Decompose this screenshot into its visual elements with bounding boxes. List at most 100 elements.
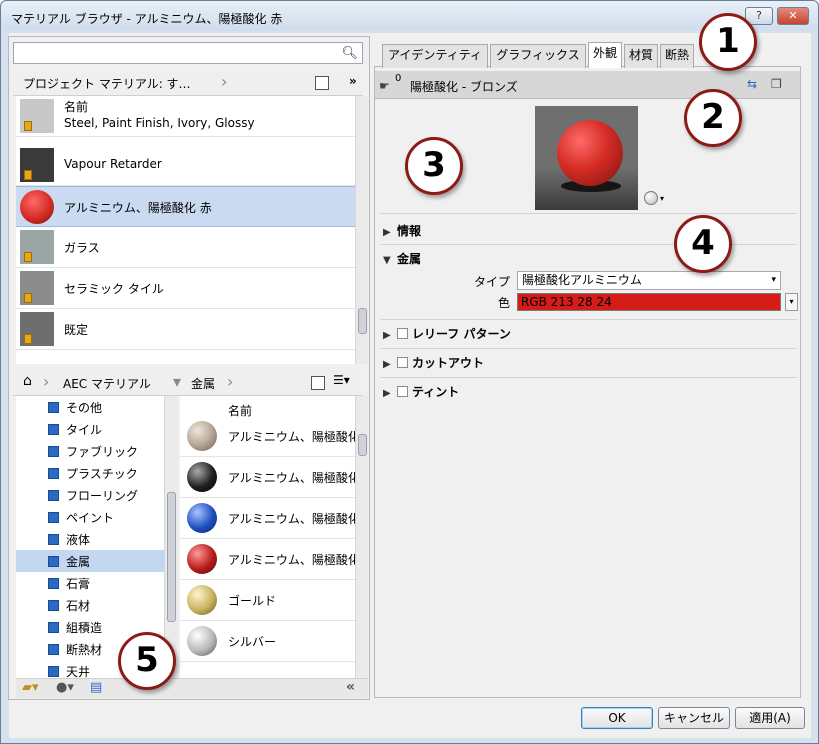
list-item[interactable]: アルミニウム、陽極酸化 xyxy=(180,498,355,539)
list-item-label: シルバー xyxy=(228,635,277,649)
cancel-button[interactable]: キャンセル xyxy=(658,707,730,729)
tree-item[interactable]: ファブリック xyxy=(16,440,164,462)
tree-item[interactable]: プラスチック xyxy=(16,462,164,484)
view-toggle-icon[interactable] xyxy=(311,376,325,390)
library-crumb[interactable]: AEC マテリアル xyxy=(63,375,151,392)
list-view-icon[interactable]: ☰▾ xyxy=(333,373,350,387)
section-label: レリーフ パターン xyxy=(412,327,511,341)
duplicate-asset-icon[interactable]: ❐ xyxy=(771,77,782,91)
category-icon xyxy=(48,666,59,677)
breadcrumb-separator-icon: › xyxy=(227,372,234,391)
section-metal[interactable]: ▼ 金属 xyxy=(383,250,421,267)
list-item-label: アルミニウム、陽極酸化 xyxy=(228,512,355,526)
tree-item[interactable]: 石膏 xyxy=(16,572,164,594)
list-item[interactable]: シルバー xyxy=(180,621,355,662)
list-item[interactable]: 名前 Steel, Paint Finish, Ivory, Glossy xyxy=(16,96,355,137)
tab-graphics[interactable]: グラフィックス xyxy=(490,44,586,68)
tree-item[interactable]: フローリング xyxy=(16,484,164,506)
tab-identity[interactable]: アイデンティティ xyxy=(382,44,488,68)
color-swatch-field[interactable]: RGB 213 28 24 xyxy=(517,293,781,311)
list-item[interactable]: 既定 xyxy=(16,309,355,350)
close-button[interactable]: ✕ xyxy=(777,7,809,25)
section-relief-pattern[interactable]: ▶ レリーフ パターン xyxy=(383,325,511,342)
library-bar: ⌂ › AEC マテリアル ▾ 金属 › ☰▾ xyxy=(13,370,363,396)
tree-item[interactable]: タイル xyxy=(16,418,164,440)
list-item[interactable]: アルミニウム、陽極酸化 xyxy=(180,539,355,580)
replace-asset-icon[interactable]: ⇆ xyxy=(747,77,757,91)
scrollbar-thumb[interactable] xyxy=(167,492,176,622)
chevron-down-icon[interactable]: ▾ xyxy=(660,194,664,203)
section-cutout[interactable]: ▶ カットアウト xyxy=(383,354,484,371)
type-dropdown[interactable]: 陽極酸化アルミニウム ▾ xyxy=(517,271,781,290)
list-item[interactable]: ガラス xyxy=(16,227,355,268)
material-thumbnail xyxy=(187,626,217,656)
asset-editor-icon[interactable]: ▤ xyxy=(90,680,102,695)
category-icon xyxy=(48,424,59,435)
list-item[interactable]: Vapour Retarder xyxy=(16,145,355,186)
list-item-label: Steel, Paint Finish, Ivory, Glossy xyxy=(64,116,255,130)
category-icon xyxy=(48,578,59,589)
tree-item[interactable]: その他 xyxy=(16,396,164,418)
list-item[interactable]: アルミニウム、陽極酸化 xyxy=(180,416,355,457)
section-info[interactable]: ▶ 情報 xyxy=(383,222,421,239)
lock-icon xyxy=(24,252,32,262)
category-crumb[interactable]: 金属 xyxy=(191,375,215,392)
type-label: タイプ xyxy=(473,275,510,289)
home-icon[interactable]: ⌂ xyxy=(23,373,32,389)
color-value: RGB 213 28 24 xyxy=(521,295,612,309)
preview-options-icon[interactable] xyxy=(644,191,658,205)
list-item-selected[interactable]: アルミニウム、陽極酸化 赤 xyxy=(16,186,355,227)
material-thumbnail xyxy=(20,312,54,346)
library-folder-icon[interactable]: ▰▾ xyxy=(22,680,39,695)
tab-physical[interactable]: 材質 xyxy=(624,44,658,68)
tree-scrollbar[interactable] xyxy=(164,396,177,678)
category-icon xyxy=(48,600,59,611)
section-tint[interactable]: ▶ ティント xyxy=(383,383,459,400)
section-label: カットアウト xyxy=(412,356,485,370)
color-dropdown-button[interactable]: ▾ xyxy=(785,293,798,311)
asset-name: 陽極酸化 - ブロンズ xyxy=(410,80,518,94)
list-item[interactable]: ゴールド xyxy=(180,580,355,621)
search-icon[interactable]: 🔍︎ xyxy=(341,46,358,61)
scrollbar-thumb[interactable] xyxy=(358,434,367,456)
tree-item-label: 液体 xyxy=(66,533,91,547)
window-title: マテリアル ブラウザ - アルミニウム、陽極酸化 赤 xyxy=(11,12,283,26)
tree-item[interactable]: 液体 xyxy=(16,528,164,550)
list-item-label: セラミック タイル xyxy=(64,282,164,296)
tab-appearance[interactable]: 外観 xyxy=(588,42,622,68)
search-input[interactable]: 🔍︎ xyxy=(13,42,363,64)
tint-checkbox[interactable] xyxy=(397,386,408,397)
list-item[interactable]: セラミック タイル xyxy=(16,268,355,309)
lock-icon xyxy=(24,334,32,344)
lock-icon xyxy=(24,293,32,303)
scrollbar-thumb[interactable] xyxy=(358,308,367,334)
section-label: 金属 xyxy=(397,252,422,266)
list-item[interactable]: アルミニウム、陽極酸化 xyxy=(180,457,355,498)
tree-item-selected[interactable]: 金属 xyxy=(16,550,164,572)
view-toggle-icon[interactable] xyxy=(315,76,329,90)
chevron-down-icon: ▾ xyxy=(771,275,776,285)
category-icon xyxy=(48,468,59,479)
project-materials-dropdown[interactable]: プロジェクト マテリアル: す… xyxy=(23,75,191,92)
list-item-label: 既定 xyxy=(64,323,89,337)
tree-item[interactable]: 石材 xyxy=(16,594,164,616)
project-list-scrollbar[interactable] xyxy=(355,96,368,364)
apply-button[interactable]: 適用(A) xyxy=(735,707,805,729)
callout-3: 3 xyxy=(405,137,463,195)
relief-checkbox[interactable] xyxy=(397,328,408,339)
ok-button[interactable]: OK xyxy=(581,707,653,729)
library-scrollbar[interactable] xyxy=(355,396,368,678)
breadcrumb-dropdown-icon[interactable]: ▾ xyxy=(173,372,187,394)
tree-item[interactable]: ペイント xyxy=(16,506,164,528)
create-material-icon[interactable]: ●▾ xyxy=(56,680,74,695)
tree-item-label: その他 xyxy=(66,401,103,415)
expand-arrow-icon: ▶ xyxy=(383,227,391,238)
cutout-checkbox[interactable] xyxy=(397,357,408,368)
list-item-label: ゴールド xyxy=(228,594,277,608)
collapse-left-icon[interactable]: « xyxy=(346,679,355,695)
tab-thermal[interactable]: 断熱 xyxy=(660,44,694,68)
collapse-chevron-icon[interactable]: » xyxy=(349,74,357,88)
category-icon xyxy=(48,534,59,545)
material-thumbnail xyxy=(20,99,54,133)
category-icon xyxy=(48,644,59,655)
